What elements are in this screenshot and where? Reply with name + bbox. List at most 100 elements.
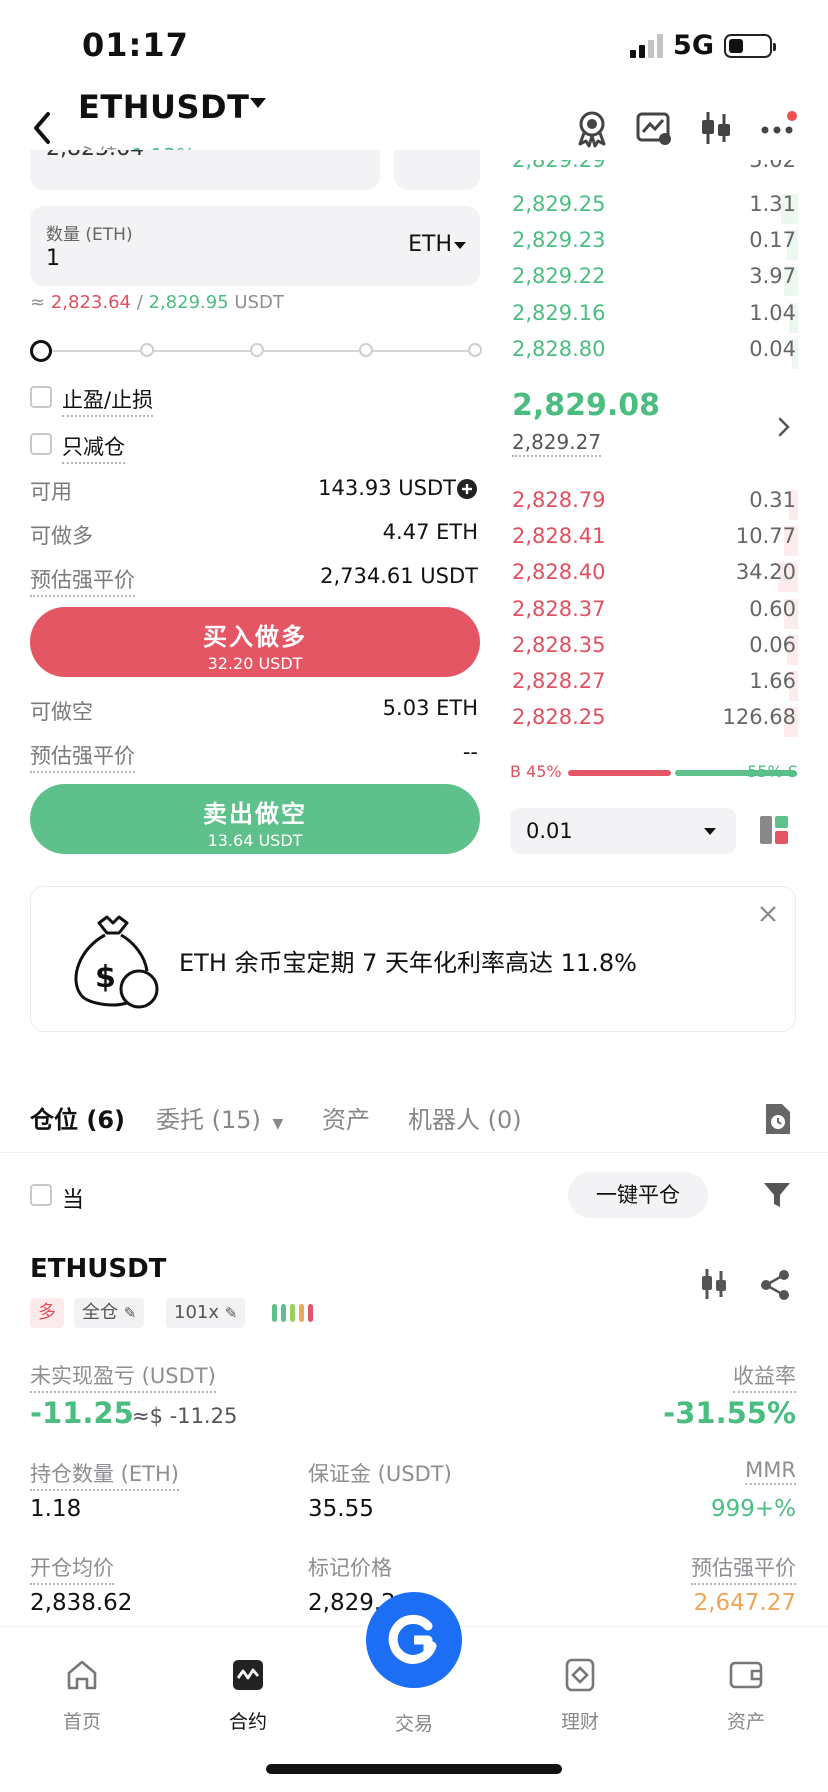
quantity-value[interactable]: 1 (46, 246, 60, 271)
bid-row[interactable]: 2,828.27 1.66 (512, 669, 796, 705)
leverage-badge[interactable]: 101x ✎ (166, 1298, 246, 1328)
liq-price-value: 2,647.27 (693, 1590, 796, 1616)
bid-row[interactable]: 2,828.25 126.68 (512, 705, 796, 741)
margin-mode-badge[interactable]: 全仓 ✎ (74, 1298, 145, 1328)
nav-assets[interactable]: 资产 (686, 1657, 806, 1734)
reduce-only-checkbox[interactable] (30, 433, 52, 455)
tab-assets[interactable]: 资产 (322, 1100, 370, 1135)
position-symbol[interactable]: ETHUSDT (30, 1254, 166, 1284)
approx-buy-price: 2,829.95 (148, 292, 229, 313)
bid-qty: 126.68 (722, 705, 796, 730)
back-arrow-icon[interactable] (28, 108, 58, 148)
bid-row[interactable]: 2,828.35 0.06 (512, 633, 796, 669)
share-icon[interactable] (758, 1268, 792, 1302)
margin-mode-label: 全仓 (82, 1302, 118, 1323)
quantity-unit-selector[interactable]: ETH (408, 232, 452, 257)
ask-row[interactable]: 2,829.16 1.04 (512, 301, 796, 337)
nav-futures[interactable]: 合约 (188, 1657, 308, 1734)
available-label: 可用 (30, 480, 72, 504)
book-layout-icon[interactable] (758, 814, 790, 846)
bid-row[interactable]: 2,828.40 34.20 (512, 560, 796, 596)
nav-home[interactable]: 首页 (22, 1657, 142, 1734)
ask-row[interactable]: 2,828.80 0.04 (512, 337, 796, 373)
approx-price-range: ≈ 2,823.64 / 2,829.95 USDT (30, 292, 284, 313)
award-icon[interactable] (572, 108, 612, 148)
upl-label[interactable]: 未实现盈亏 (USDT) (30, 1360, 216, 1393)
current-pair-checkbox[interactable] (30, 1184, 52, 1206)
trade-center-button[interactable] (366, 1592, 462, 1688)
bid-row[interactable]: 2,828.41 10.77 (512, 524, 796, 560)
sell-short-button[interactable]: 卖出做空 13.64 USDT (30, 784, 480, 854)
tab-divider (0, 1152, 828, 1153)
can-long-label: 可做多 (30, 524, 93, 548)
battery-icon (724, 33, 776, 58)
sell-short-cost: 13.64 USDT (207, 831, 303, 850)
buy-long-label: 买入做多 (203, 623, 307, 651)
size-label[interactable]: 持仓数量 (ETH) (30, 1458, 179, 1491)
more-icon[interactable] (758, 108, 798, 148)
reduce-only-label[interactable]: 只减仓 (62, 431, 125, 464)
liq-price-long-label[interactable]: 预估强平价 (30, 564, 135, 597)
tab-positions[interactable]: 仓位 (6) (30, 1100, 125, 1135)
pair-dropdown-caret-icon[interactable] (250, 98, 266, 108)
close-icon[interactable] (757, 903, 779, 925)
chevron-down-icon[interactable] (454, 242, 466, 249)
buy-ratio-label: B 45% (510, 762, 562, 781)
slider-step-50[interactable] (250, 343, 264, 357)
approx-prefix: ≈ (30, 292, 51, 313)
tp-sl-checkbox[interactable] (30, 386, 52, 408)
bid-qty: 10.77 (735, 524, 796, 549)
slider-handle[interactable] (30, 340, 52, 362)
ask-row[interactable]: 2,829.23 0.17 (512, 228, 796, 264)
ask-row[interactable]: 2,829.25 1.31 (512, 192, 796, 228)
home-icon (67, 1660, 97, 1690)
bid-row[interactable]: 2,828.37 0.60 (512, 597, 796, 633)
roe-label[interactable]: 收益率 (733, 1360, 796, 1393)
precision-selector[interactable]: 0.01 (510, 808, 736, 854)
current-pair-label[interactable]: 当 (62, 1182, 84, 1214)
add-funds-icon[interactable] (456, 478, 478, 500)
quantity-label: 数量 (ETH) (46, 225, 133, 245)
liq-price-short-label[interactable]: 预估强平价 (30, 740, 135, 773)
liq-price-short-value: -- (462, 740, 478, 764)
tab-orders[interactable]: 委托 (15) ▼ (156, 1100, 283, 1135)
tab-orders-label: 委托 (15) (156, 1106, 261, 1134)
candlestick-icon[interactable] (696, 108, 736, 148)
buy-long-button[interactable]: 买入做多 32.20 USDT (30, 607, 480, 677)
filter-icon[interactable] (762, 1180, 792, 1210)
quantity-input[interactable]: 数量 (ETH) 1 ETH (30, 206, 480, 286)
price-input[interactable]: 2,823.64 (30, 150, 380, 190)
network-type: 5G (673, 30, 714, 61)
nav-earn-label: 理财 (560, 1711, 599, 1733)
promo-banner[interactable]: $ ETH 余币宝定期 7 天年化利率高达 11.8% (30, 886, 796, 1032)
pair-title[interactable]: ETHUSDT (78, 88, 249, 126)
edit-icon: ✎ (123, 1304, 137, 1322)
tp-sl-label[interactable]: 止盈/止损 (62, 384, 154, 417)
chart-settings-icon[interactable] (634, 108, 674, 148)
price-type-selector[interactable] (394, 150, 480, 190)
margin-value: 35.55 (308, 1496, 374, 1522)
slider-step-75[interactable] (359, 343, 373, 357)
ask-qty: 3.97 (749, 264, 796, 289)
bid-price: 2,828.41 (512, 524, 606, 549)
approx-sell-price: 2,823.64 (50, 292, 131, 313)
nav-trade-label: 交易 (394, 1713, 433, 1735)
slider-step-25[interactable] (140, 343, 154, 357)
ask-row[interactable]: 2,829.22 3.97 (512, 264, 796, 300)
mmr-label[interactable]: MMR (745, 1458, 796, 1485)
order-history-icon[interactable] (762, 1102, 792, 1136)
roe-value: -31.55% (663, 1396, 796, 1430)
chevron-right-icon[interactable] (774, 414, 794, 440)
slider-step-100[interactable] (468, 343, 482, 357)
mark-price-label: 标记价格 (308, 1556, 392, 1580)
tab-bots[interactable]: 机器人 (0) (408, 1100, 522, 1135)
candlestick-icon[interactable] (698, 1266, 730, 1302)
ask-price: 2,829.23 (512, 228, 606, 253)
available-value: 143.93 USDT (318, 476, 456, 500)
entry-price-label[interactable]: 开仓均价 (30, 1552, 114, 1585)
nav-earn[interactable]: 理财 (520, 1657, 640, 1734)
bid-row[interactable]: 2,828.79 0.31 (512, 488, 796, 524)
buy-long-cost: 32.20 USDT (207, 654, 303, 673)
liq-price-label[interactable]: 预估强平价 (691, 1552, 796, 1585)
close-all-button[interactable]: 一键平仓 (568, 1172, 708, 1218)
